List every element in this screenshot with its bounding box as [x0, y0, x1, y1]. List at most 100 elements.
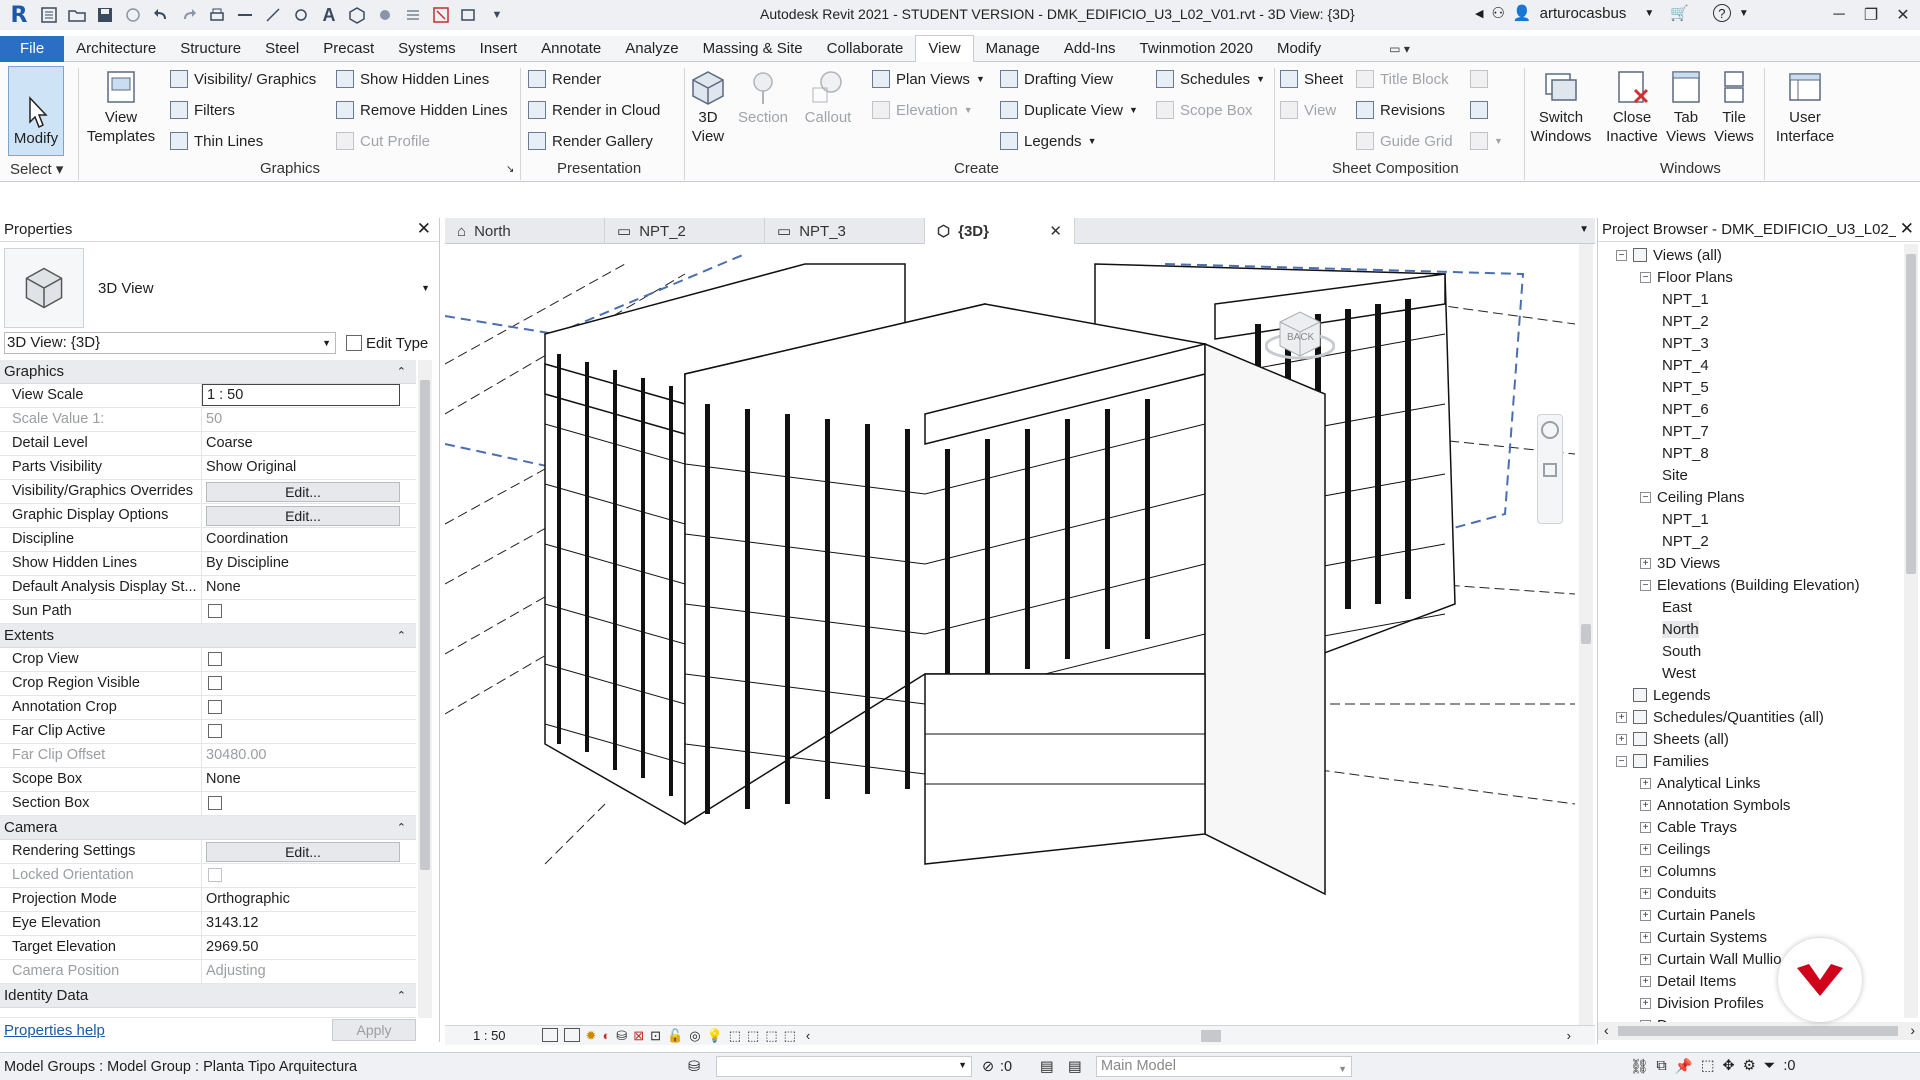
browser-item[interactable]: NPT_8 — [1662, 442, 1709, 464]
view-reference-button[interactable] — [1470, 101, 1488, 119]
sheet-button[interactable]: Sheet — [1280, 70, 1343, 88]
tab-manage[interactable]: Manage — [974, 36, 1052, 62]
collapse-icon[interactable]: − — [1640, 491, 1651, 503]
crop-view-checkbox[interactable] — [208, 652, 222, 666]
browser-item[interactable]: + Curtain Systems — [1640, 926, 1767, 948]
filter-icon[interactable]: ⏷ — [1764, 1058, 1776, 1075]
zoom-icon[interactable] — [1543, 463, 1557, 477]
view-tab-npt-3[interactable]: ▭ NPT_3 — [765, 218, 925, 244]
browser-hscroll-thumb[interactable] — [1618, 1026, 1898, 1036]
expand-icon[interactable]: + — [1640, 909, 1651, 921]
section-icon[interactable] — [374, 4, 396, 26]
application-menu-icon[interactable] — [38, 4, 60, 26]
browser-scrollbar[interactable] — [1904, 244, 1918, 1018]
browser-scroll-thumb[interactable] — [1906, 254, 1916, 574]
view-tab-3d[interactable]: ⬡ {3D} ✕ — [925, 218, 1075, 244]
active-workset-dropdown[interactable]: ▼ — [716, 1056, 972, 1077]
browser-item[interactable]: North — [1662, 618, 1699, 640]
group-extents[interactable]: Extents ⌃ — [0, 624, 416, 648]
modify-button[interactable]: Modify — [8, 66, 64, 156]
browser-item[interactable]: Site — [1662, 464, 1688, 486]
temporary-hide-icon[interactable]: ◎ — [689, 1028, 700, 1044]
binoculars-icon[interactable]: ⚇ — [1491, 4, 1504, 22]
edit-type-button[interactable]: Edit Type — [346, 332, 428, 354]
expand-icon[interactable]: + — [1640, 975, 1651, 987]
graphics-panel-launcher-icon[interactable]: ↘ — [506, 164, 514, 175]
tab-systems[interactable]: Systems — [386, 36, 468, 62]
tab-modify[interactable]: Modify — [1265, 36, 1333, 62]
tab-collaborate[interactable]: Collaborate — [815, 36, 916, 62]
detail-level-icon[interactable] — [541, 1027, 558, 1042]
browser-item[interactable]: + Schedules/Quantities (all) — [1616, 706, 1824, 728]
collapse-icon[interactable]: ⌃ — [397, 360, 406, 384]
view-scale-input[interactable]: 1 : 50 — [202, 384, 400, 406]
browser-item[interactable]: West — [1662, 662, 1696, 684]
user-interface-button[interactable]: User Interface — [1770, 68, 1840, 146]
tab-architecture[interactable]: Architecture — [64, 36, 168, 62]
type-selector[interactable]: 3D View ▼ — [4, 246, 436, 330]
expand-icon[interactable]: + — [1616, 733, 1627, 745]
tab-massing-site[interactable]: Massing & Site — [691, 36, 815, 62]
expand-icon[interactable]: + — [1640, 887, 1651, 899]
crop-region-visible-checkbox[interactable] — [208, 676, 222, 690]
tab-twinmotion[interactable]: Twinmotion 2020 — [1128, 36, 1265, 62]
scope-box-button[interactable]: Scope Box — [1156, 101, 1253, 119]
viewports-button[interactable]: ▼ — [1470, 132, 1503, 150]
browser-item[interactable]: NPT_6 — [1662, 398, 1709, 420]
browser-item[interactable]: NPT_1 — [1662, 288, 1709, 310]
graphic-display-edit-button[interactable]: Edit... — [206, 506, 400, 526]
close-icon[interactable]: ✕ — [1895, 219, 1914, 239]
group-identity-data[interactable]: Identity Data ⌃ — [0, 984, 416, 1008]
browser-item[interactable]: NPT_3 — [1662, 332, 1709, 354]
switch-windows-icon[interactable] — [458, 4, 480, 26]
help-icon[interactable]: ? — [1712, 4, 1731, 22]
unlock-3d-view-icon[interactable]: 🔓 — [667, 1028, 683, 1044]
browser-item[interactable]: Legends — [1616, 684, 1711, 706]
callout-button[interactable]: Callout — [802, 68, 854, 127]
prop-value[interactable]: None — [202, 576, 416, 599]
browser-item[interactable]: NPT_2 — [1662, 310, 1709, 332]
3d-view-button[interactable]: 3D View — [688, 68, 728, 146]
render-gallery-button[interactable]: Render Gallery — [528, 132, 653, 150]
tab-analyze[interactable]: Analyze — [613, 36, 690, 62]
viewcube[interactable]: BACK — [1264, 304, 1336, 364]
visibility-graphics-button[interactable]: Visibility/ Graphics — [170, 70, 316, 88]
plan-views-button[interactable]: Plan Views ▼ — [872, 70, 985, 88]
select-links-icon[interactable]: ⛓ — [1630, 1058, 1648, 1075]
select-dropdown[interactable]: Select ▾ — [10, 160, 63, 178]
design-option-dropdown[interactable]: Main Model ▼ — [1096, 1056, 1352, 1077]
redo-icon[interactable] — [178, 4, 200, 26]
expand-icon[interactable]: + — [1640, 865, 1651, 877]
expand-icon[interactable]: + — [1640, 799, 1651, 811]
select-pinned-icon[interactable]: 📌 — [1675, 1058, 1693, 1075]
tabs-dropdown-icon[interactable]: ▼ — [1579, 224, 1589, 235]
guide-grid-button[interactable]: Guide Grid — [1356, 132, 1453, 150]
section-box-checkbox[interactable] — [208, 796, 222, 810]
view-tab-npt-2[interactable]: ▭ NPT_2 — [605, 218, 765, 244]
username[interactable]: arturocasbus — [1540, 5, 1627, 22]
select-underlay-icon[interactable]: ⧉ — [1656, 1058, 1666, 1075]
close-icon[interactable]: ✕ — [417, 219, 431, 239]
background-process-icon[interactable]: ⚙ — [1743, 1058, 1756, 1075]
collapse-icon[interactable]: − — [1640, 271, 1651, 283]
ribbon-minimize-icon[interactable]: ▭ ▾ — [1389, 42, 1410, 56]
model-viewport[interactable]: BACK — [445, 244, 1595, 1025]
browser-item[interactable]: + Annotation Symbols — [1640, 794, 1790, 816]
tab-steel[interactable]: Steel — [253, 36, 311, 62]
collapse-icon[interactable]: ⌃ — [397, 816, 406, 840]
viewport-hscrollbar[interactable] — [745, 1030, 1565, 1042]
prop-value[interactable]: Show Original — [202, 456, 416, 479]
expand-icon[interactable]: + — [1640, 953, 1651, 965]
browser-item[interactable]: + Analytical Links — [1640, 772, 1760, 794]
tile-views-button[interactable]: Tile Views — [1712, 68, 1756, 146]
default-3d-view-icon[interactable] — [346, 4, 368, 26]
tab-precast[interactable]: Precast — [311, 36, 386, 62]
revit-logo-icon[interactable]: R — [6, 2, 32, 28]
schedules-button[interactable]: Schedules ▼ — [1156, 70, 1265, 88]
expand-icon[interactable]: + — [1640, 997, 1651, 1009]
shadows-icon[interactable]: ◐ — [602, 1028, 610, 1044]
browser-item[interactable]: − Elevations (Building Elevation) — [1640, 574, 1860, 596]
thin-lines-button[interactable]: Thin Lines — [170, 132, 263, 150]
undo-icon[interactable] — [150, 4, 172, 26]
expand-icon[interactable]: + — [1640, 777, 1651, 789]
